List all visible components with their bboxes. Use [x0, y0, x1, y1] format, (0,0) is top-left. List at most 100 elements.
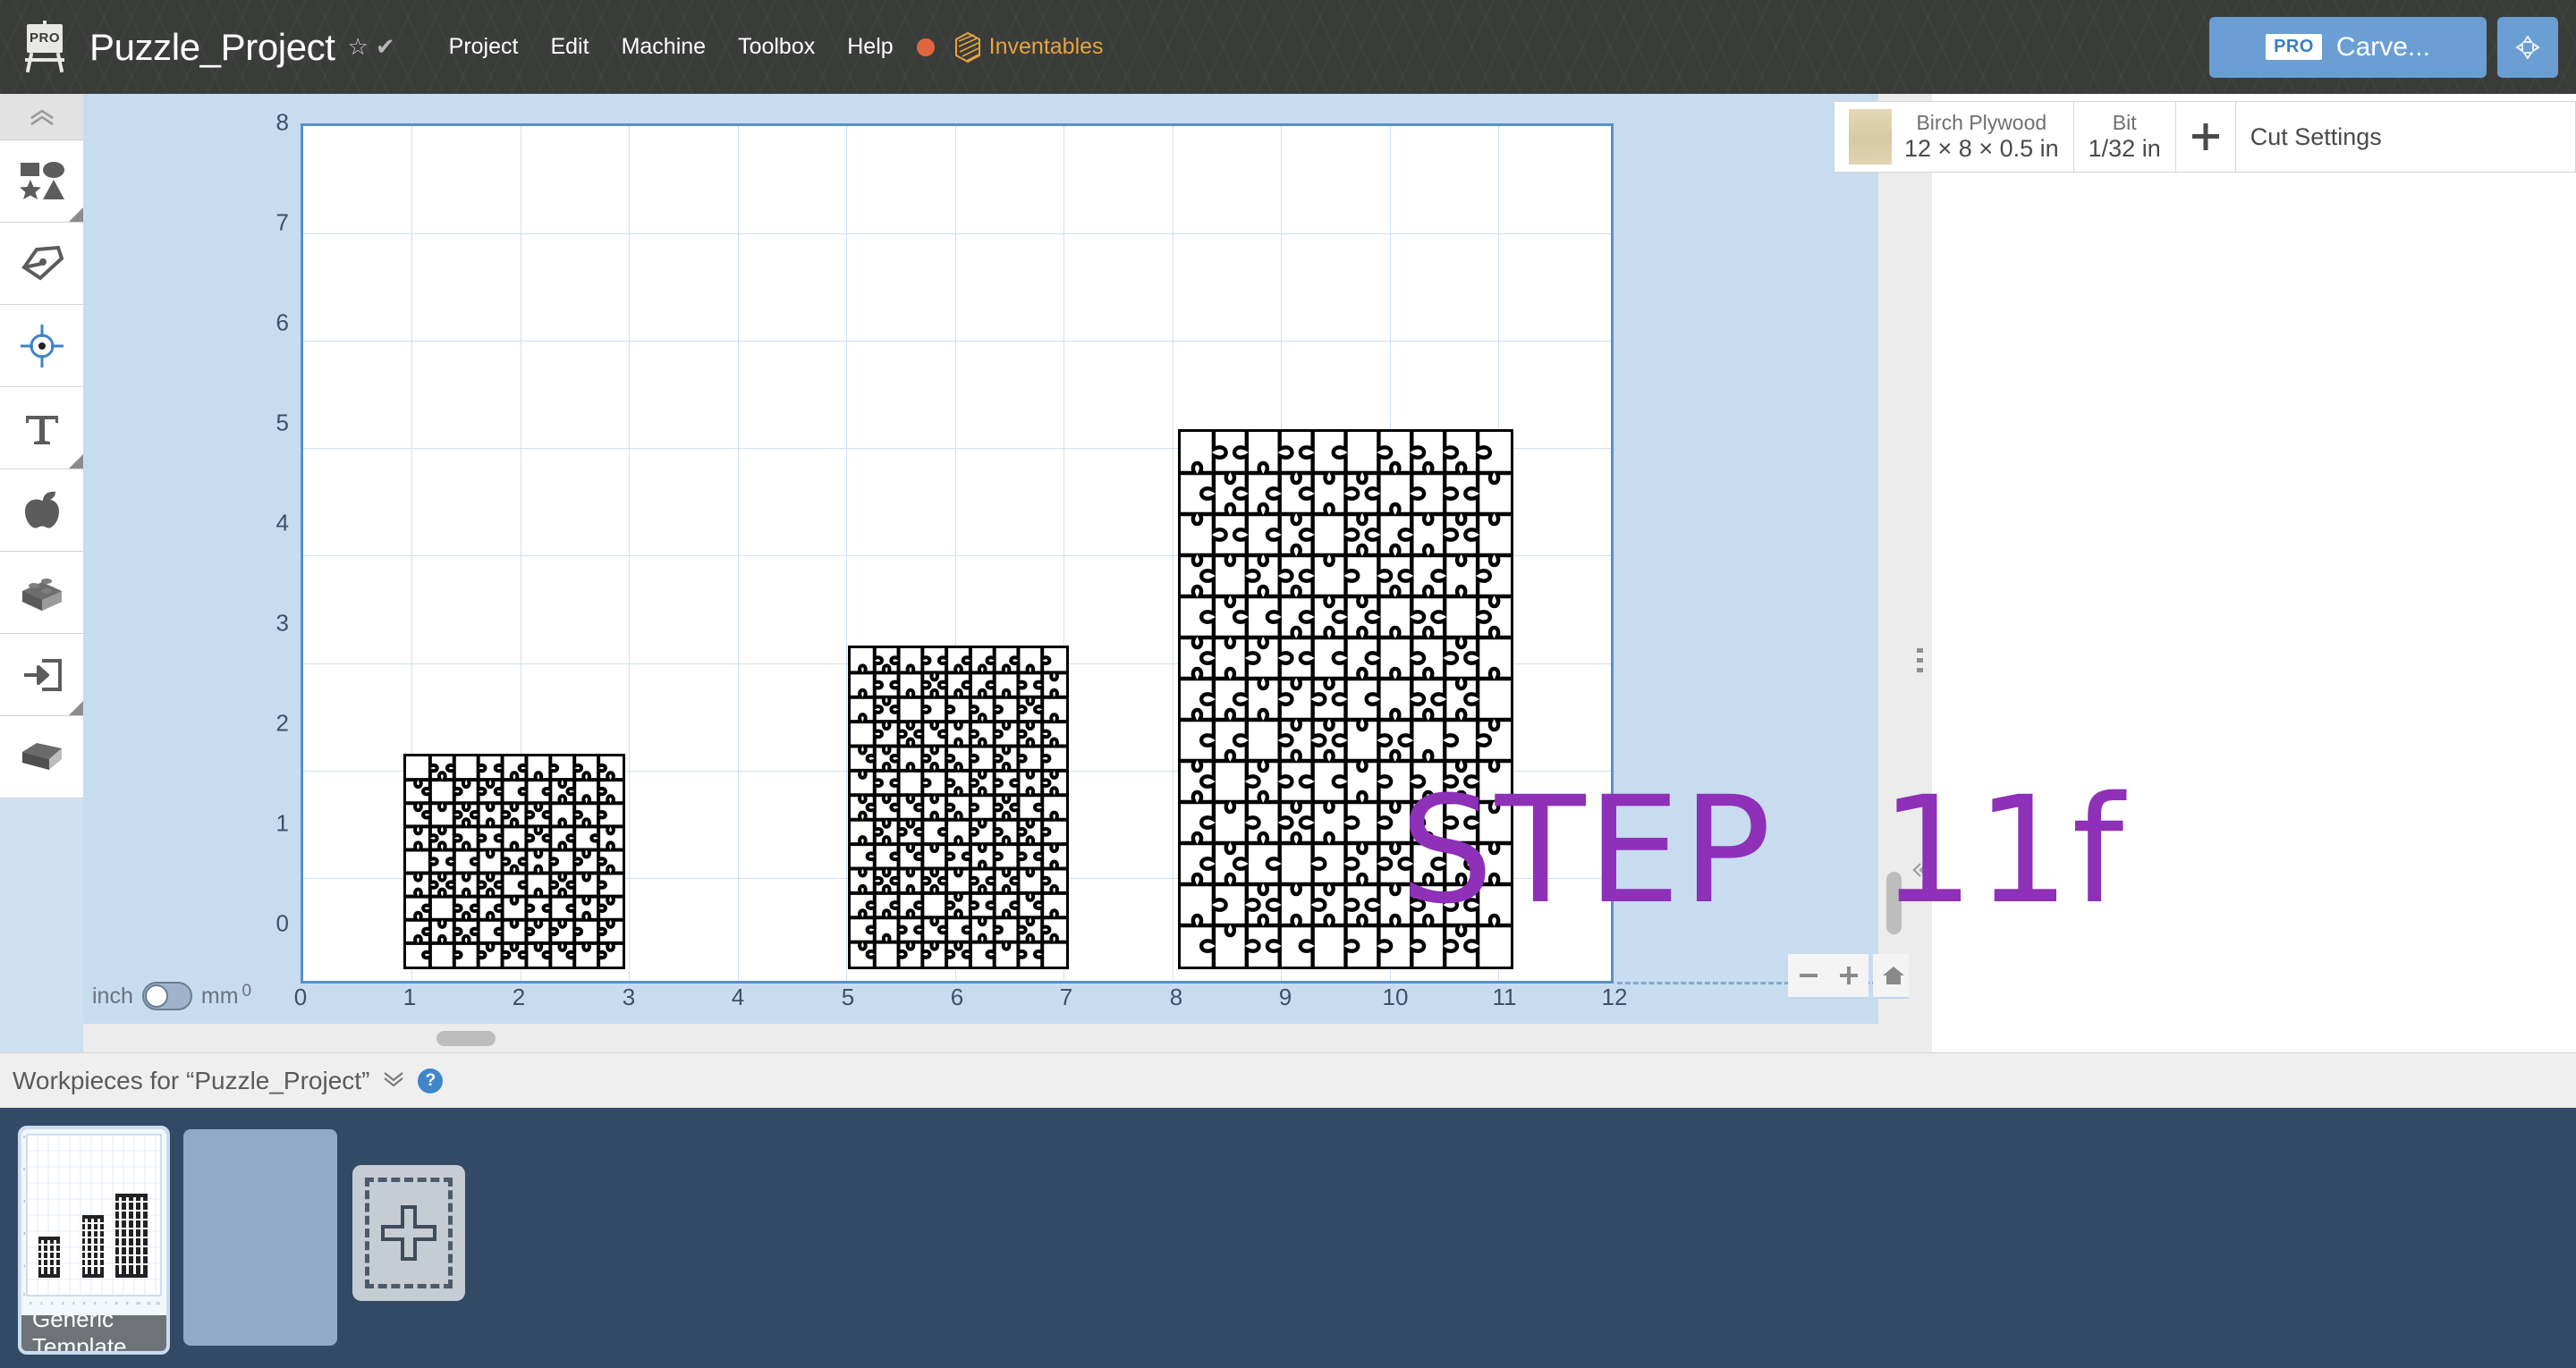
canvas-horizontal-scrollbar[interactable]: [83, 1024, 1920, 1052]
x-axis-labels: 0 1 2 3 4 5 6 7 8 9 10 11 12: [83, 984, 1920, 1024]
crosshair-icon: [17, 321, 67, 371]
left-toolbar: [0, 94, 83, 1052]
cut-settings-label: Cut Settings: [2250, 123, 2382, 151]
top-app-bar: PRO Puzzle_Project ☆ ✔ Project Edit Mach…: [0, 0, 2576, 94]
splitter-grip-icon[interactable]: [1917, 648, 1923, 675]
zoom-out-button[interactable]: [1788, 954, 1828, 997]
svg-text:4: 4: [23, 1199, 26, 1203]
sidebar-item-bricks[interactable]: [0, 552, 83, 634]
y-tick: 4: [235, 510, 289, 537]
workpieces-collapse-button[interactable]: [382, 1069, 405, 1093]
pen-icon: [17, 244, 67, 283]
plus-icon: [2190, 122, 2221, 152]
sidebar-item-import[interactable]: [0, 634, 83, 716]
bit-value: 1/32 in: [2089, 135, 2161, 163]
svg-text:11: 11: [147, 1301, 151, 1305]
unit-switch-knob: [145, 984, 168, 1008]
svg-text:0: 0: [23, 1292, 26, 1296]
sidebar-item-apps[interactable]: [0, 469, 83, 552]
submenu-corner-indicator: [69, 207, 83, 222]
saved-check-icon: ✔: [376, 33, 395, 61]
unit-label-inch: inch: [92, 984, 133, 1009]
scrollbar-thumb[interactable]: [436, 1031, 496, 1046]
minus-icon: [1798, 965, 1819, 986]
collapse-left-button[interactable]: [1909, 845, 1932, 895]
fullscreen-toggle-button[interactable]: [2497, 17, 2558, 78]
x-tick: 10: [1368, 984, 1422, 1011]
favorite-star-icon[interactable]: ☆: [348, 33, 369, 61]
sidebar-item-origin[interactable]: [0, 305, 83, 387]
carve-pro-badge: PRO: [2266, 34, 2322, 60]
svg-text:12: 12: [156, 1301, 161, 1305]
shapes-icon: [19, 160, 65, 203]
material-name: Birch Plywood: [1916, 111, 2046, 135]
svg-text:5: 5: [83, 1301, 86, 1305]
y-tick: 7: [235, 209, 289, 237]
bit-selector[interactable]: Bit 1/32 in: [2074, 102, 2176, 172]
menu-item-project[interactable]: Project: [433, 29, 535, 65]
help-icon[interactable]: ?: [418, 1068, 443, 1094]
svg-text:0: 0: [30, 1301, 32, 1305]
unit-label-mm: mm: [201, 984, 239, 1009]
y-tick: 3: [235, 610, 289, 638]
plus-icon: [1838, 965, 1860, 986]
sidebar-item-shapes[interactable]: [0, 140, 83, 223]
dashed-border: [365, 1178, 453, 1288]
x-tick: 5: [821, 984, 875, 1011]
svg-text:8: 8: [115, 1301, 118, 1305]
material-swatch: [1849, 109, 1892, 165]
workpiece-card-generic-template[interactable]: 012 345 678 9101112 864 310 Generic Temp…: [21, 1129, 166, 1351]
svg-text:4: 4: [72, 1301, 75, 1305]
add-workpiece-button[interactable]: [352, 1165, 465, 1301]
x-tick: 11: [1478, 984, 1531, 1011]
panel-splitter[interactable]: [1909, 94, 1932, 1052]
zoom-home-button[interactable]: [1873, 954, 1913, 997]
x-tick: 8: [1149, 984, 1203, 1011]
y-tick: 1: [235, 810, 289, 838]
project-title[interactable]: Puzzle_Project: [89, 26, 335, 69]
sidebar-item-text[interactable]: [0, 387, 83, 469]
toolbar-collapse-button[interactable]: [0, 94, 83, 140]
scrollbar-thumb[interactable]: [1886, 872, 1902, 934]
unit-toggle[interactable]: inch mm 0: [92, 982, 251, 1010]
puzzle-large[interactable]: [1178, 429, 1513, 969]
menu-item-help[interactable]: Help: [831, 29, 909, 65]
x-tick: 6: [930, 984, 984, 1011]
canvas-vertical-scrollbar[interactable]: [1878, 94, 1909, 1024]
sidebar-item-3d[interactable]: [0, 716, 83, 798]
sidebar-item-pen[interactable]: [0, 223, 83, 305]
cut-settings-button[interactable]: Cut Settings: [2236, 102, 2396, 172]
workpieces-header: Workpieces for “Puzzle_Project” ?: [0, 1052, 2576, 1108]
zoom-in-button[interactable]: [1828, 954, 1868, 997]
x-tick: 1: [383, 984, 436, 1011]
x-tick: 4: [711, 984, 765, 1011]
inventables-logo-icon[interactable]: [954, 32, 981, 63]
y-tick: 5: [235, 410, 289, 437]
x-tick: 12: [1588, 984, 1641, 1011]
chevron-double-up-icon: [27, 107, 57, 127]
svg-text:2: 2: [51, 1301, 54, 1305]
svg-text:9: 9: [126, 1301, 129, 1305]
unit-switch[interactable]: [142, 982, 192, 1010]
easel-pro-logo[interactable]: PRO: [20, 21, 70, 74]
svg-text:10: 10: [136, 1301, 141, 1305]
y-tick: 0: [235, 910, 289, 938]
preview-panel: 876 54 1 2 3 4 5 6 7 8 9 10 11: [1909, 94, 2576, 1052]
menu-item-toolbox[interactable]: Toolbox: [722, 29, 831, 65]
text-icon: [22, 409, 62, 448]
carve-button[interactable]: PRO Carve...: [2209, 17, 2487, 78]
x-tick: 9: [1258, 984, 1312, 1011]
menu-item-edit[interactable]: Edit: [534, 29, 605, 65]
workpieces-title: Workpieces for “Puzzle_Project”: [13, 1067, 369, 1095]
svg-text:7: 7: [105, 1301, 107, 1305]
puzzle-small[interactable]: [403, 754, 625, 969]
recording-status-dot-icon: [917, 38, 935, 56]
material-selector[interactable]: Birch Plywood 12 × 8 × 0.5 in: [1835, 102, 2074, 172]
puzzle-medium[interactable]: [848, 646, 1069, 969]
menu-item-machine[interactable]: Machine: [606, 29, 723, 65]
workpiece-card-empty[interactable]: [183, 1129, 337, 1346]
origin-zero-label: 0: [242, 982, 252, 1001]
design-canvas[interactable]: 0 1 2 3 4 5 6 7 8: [83, 94, 1920, 1024]
inventables-brand-label[interactable]: Inventables: [989, 34, 1104, 60]
add-bit-button[interactable]: [2176, 102, 2236, 172]
